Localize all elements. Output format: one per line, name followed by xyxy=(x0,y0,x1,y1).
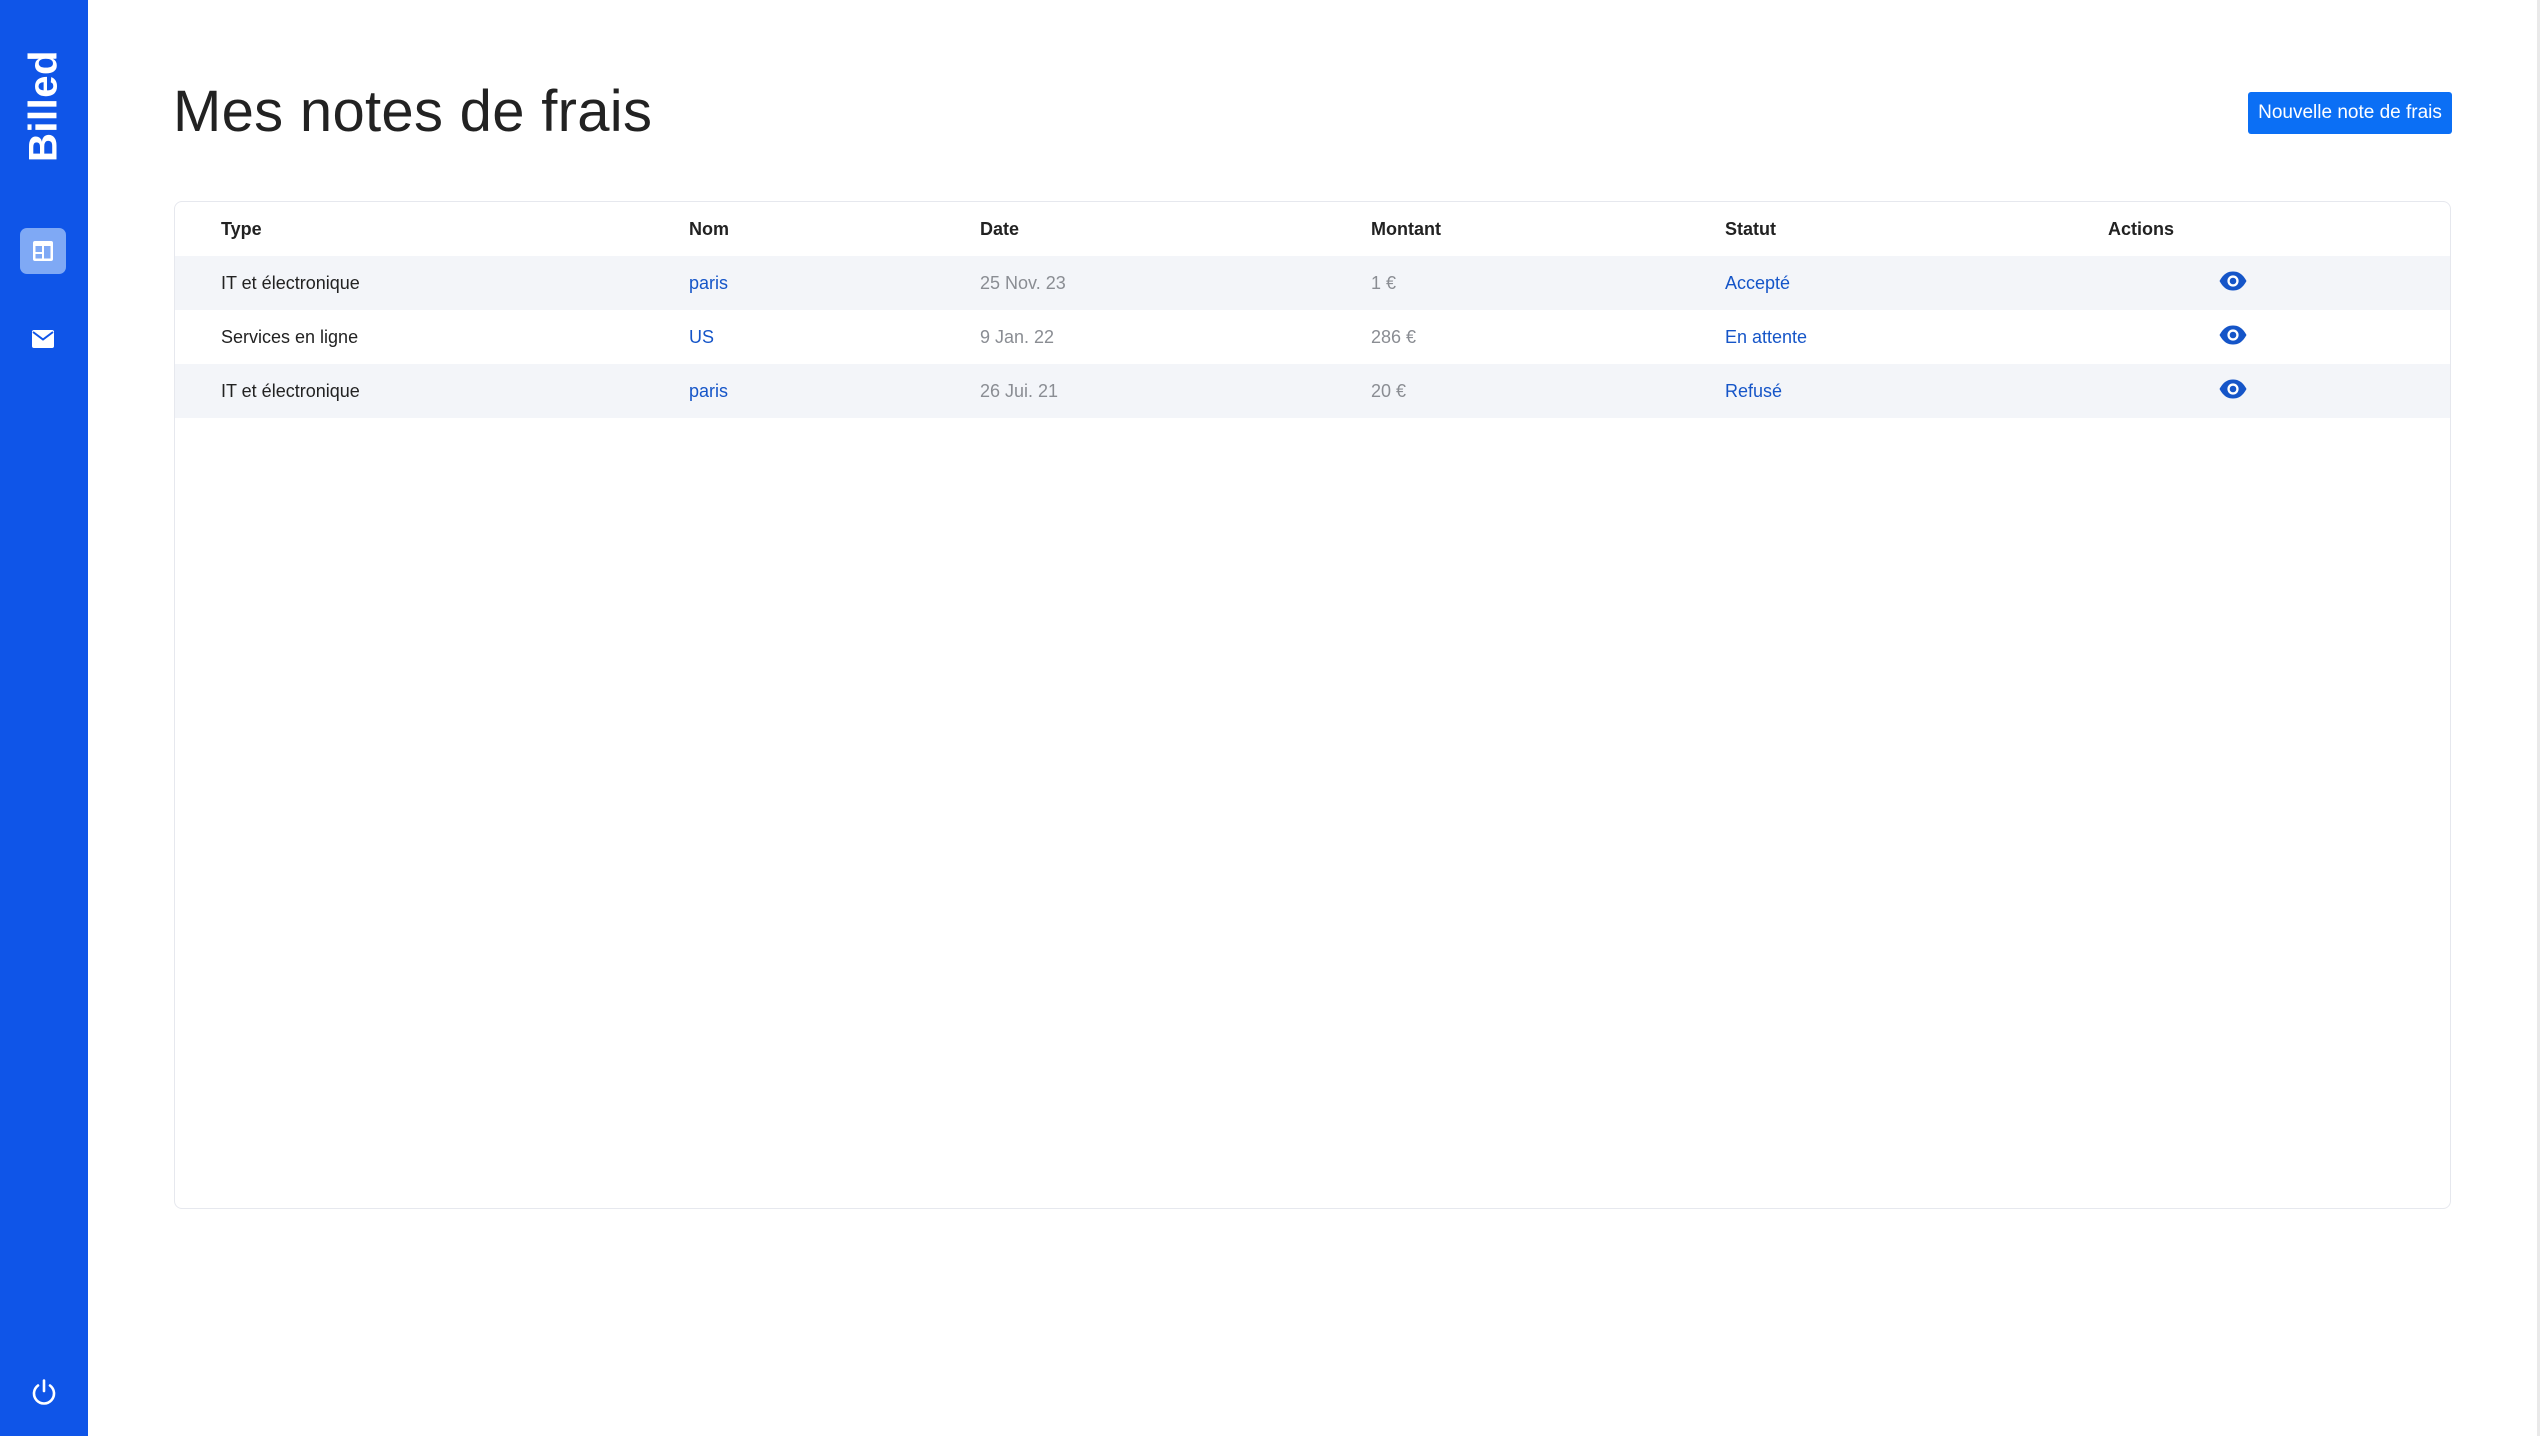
cell-actions xyxy=(2108,364,2450,418)
cell-date: 25 Nov. 23 xyxy=(980,256,1371,310)
eye-icon[interactable] xyxy=(2218,324,2248,346)
cell-nom: US xyxy=(689,326,715,347)
eye-icon[interactable] xyxy=(2218,270,2248,292)
cell-statut: Refusé xyxy=(1725,364,2108,418)
logout-button[interactable] xyxy=(24,1372,64,1412)
cell-type: IT et électronique xyxy=(175,364,689,418)
cell-type: Services en ligne xyxy=(221,326,359,347)
column-header-type: Type xyxy=(221,218,262,239)
cell-statut: Accepté xyxy=(1725,256,2108,310)
cell-date: 26 Jui. 21 xyxy=(980,364,1371,418)
sidebar: Billed xyxy=(0,0,88,1436)
cell-nom: paris xyxy=(689,256,980,310)
sidebar-item-mail[interactable] xyxy=(20,316,66,362)
column-header-montant: Montant xyxy=(1371,218,1441,239)
cell-type: IT et électronique xyxy=(175,256,689,310)
cell-date: 9 Jan. 22 xyxy=(980,326,1055,347)
cell-montant: 1 € xyxy=(1371,256,1725,310)
cell-montant: 286 € xyxy=(1371,326,1417,347)
expenses-table: Type Nom Date Montant Statut Actions IT … xyxy=(175,202,2450,418)
cell-montant: 20 € xyxy=(1371,364,1725,418)
page-title: Mes notes de frais xyxy=(173,79,653,144)
new-expense-button[interactable]: Nouvelle note de frais xyxy=(2248,92,2452,134)
expenses-table-card: Type Nom Date Montant Statut Actions IT … xyxy=(174,201,2451,1209)
cell-nom: paris xyxy=(689,364,980,418)
table-row: IT et électronique paris 26 Jui. 21 20 €… xyxy=(175,364,2450,418)
mail-icon xyxy=(32,330,54,348)
table-header-row: Type Nom Date Montant Statut Actions xyxy=(175,202,2450,256)
window-icon xyxy=(33,241,53,261)
brand-logo: Billed xyxy=(22,50,66,162)
cell-actions xyxy=(2108,310,2450,364)
power-icon xyxy=(32,1379,56,1405)
cell-statut: En attente xyxy=(1725,326,1808,347)
sidebar-item-dashboard[interactable] xyxy=(20,228,66,274)
column-header-nom: Nom xyxy=(689,218,729,239)
app: Billed Mes notes de frais Nouvelle note xyxy=(0,0,2540,1436)
eye-icon[interactable] xyxy=(2218,378,2248,400)
cell-actions xyxy=(2108,256,2450,310)
column-header-statut: Statut xyxy=(1725,218,1776,239)
column-header-actions: Actions xyxy=(2108,218,2175,239)
table-row: Services en ligne US 9 Jan. 22 286 € En … xyxy=(175,310,2450,364)
column-header-date: Date xyxy=(980,218,1020,239)
brand-name: Billed xyxy=(21,50,66,162)
table-row: IT et électronique paris 25 Nov. 23 1 € … xyxy=(175,256,2450,310)
